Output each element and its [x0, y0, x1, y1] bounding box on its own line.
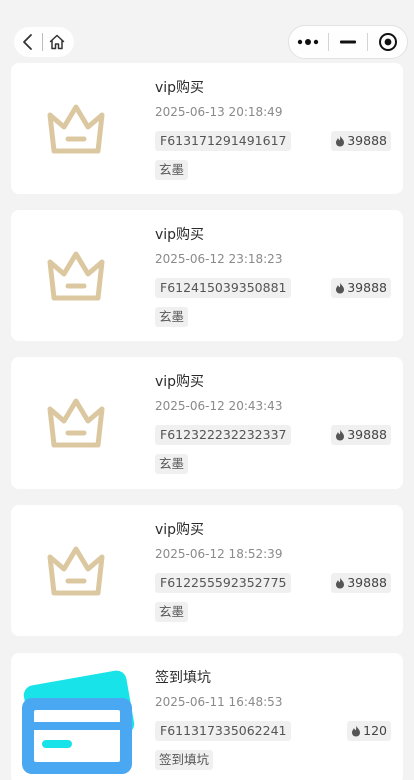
crown-icon — [47, 251, 105, 300]
record-card[interactable]: vip购买 2025-06-12 18:52:39 F6122555923527… — [11, 505, 403, 636]
order-number: F612255592352775 — [155, 573, 292, 593]
flame-icon — [335, 429, 345, 441]
minimize-button[interactable] — [329, 26, 368, 58]
record-card[interactable]: vip购买 2025-06-12 20:43:43 F6123222322323… — [11, 357, 403, 489]
nav-back-home-group — [14, 27, 74, 57]
points-value: 39888 — [347, 427, 387, 442]
crown-icon — [47, 398, 105, 448]
points-badge: 39888 — [331, 425, 391, 445]
home-button[interactable] — [43, 27, 71, 57]
flame-icon — [335, 577, 345, 589]
home-icon — [49, 34, 65, 50]
record-card[interactable]: 签到填坑 2025-06-11 16:48:53 F61131733506224… — [11, 653, 403, 780]
points-value: 39888 — [347, 280, 387, 295]
record-tag: 玄墨 — [155, 160, 189, 180]
record-card[interactable]: vip购买 2025-06-13 20:18:49 F6131712914916… — [11, 63, 403, 194]
record-time: 2025-06-12 23:18:23 — [155, 252, 283, 266]
flame-icon — [335, 282, 345, 294]
record-card[interactable]: vip购买 2025-06-12 23:18:23 F6124150393508… — [11, 210, 403, 341]
miniprogram-capsule — [288, 25, 408, 59]
points-badge: 39888 — [331, 573, 391, 593]
record-thumbnail — [11, 653, 141, 780]
record-time: 2025-06-11 16:48:53 — [155, 695, 283, 709]
record-thumbnail — [11, 505, 141, 636]
points-badge: 39888 — [331, 131, 391, 151]
record-time: 2025-06-12 20:43:43 — [155, 399, 283, 413]
credit-card-icon — [22, 670, 135, 774]
record-time: 2025-06-12 18:52:39 — [155, 547, 283, 561]
more-button[interactable] — [289, 26, 328, 58]
record-title: vip购买 — [155, 227, 205, 243]
purchase-records-page: vip购买 2025-06-13 20:18:49 F6131712914916… — [0, 0, 414, 780]
points-value: 120 — [363, 723, 387, 738]
record-time: 2025-06-13 20:18:49 — [155, 105, 283, 119]
record-thumbnail — [11, 357, 141, 489]
record-tag: 玄墨 — [155, 307, 189, 327]
record-title: vip购买 — [155, 522, 205, 538]
record-tag: 签到填坑 — [155, 750, 214, 770]
record-tag: 玄墨 — [155, 602, 189, 622]
back-button[interactable] — [14, 27, 42, 57]
record-thumbnail — [11, 210, 141, 341]
flame-icon — [351, 725, 361, 737]
crown-icon — [47, 104, 105, 153]
order-number: F611317335062241 — [155, 721, 292, 741]
points-badge: 120 — [347, 721, 391, 741]
crown-icon — [47, 546, 105, 595]
chevron-left-icon — [23, 34, 32, 50]
target-close-icon — [378, 33, 397, 51]
record-title: 签到填坑 — [155, 670, 211, 686]
minimize-icon — [340, 40, 356, 44]
flame-icon — [335, 135, 345, 147]
order-number: F612415039350881 — [155, 278, 292, 298]
close-button[interactable] — [368, 26, 407, 58]
order-number: F613171291491617 — [155, 131, 292, 151]
order-number: F612322232232337 — [155, 425, 292, 445]
record-title: vip购买 — [155, 80, 205, 96]
points-value: 39888 — [347, 133, 387, 148]
record-thumbnail — [11, 63, 141, 194]
record-title: vip购买 — [155, 374, 205, 390]
more-dots-icon — [298, 39, 319, 45]
points-value: 39888 — [347, 575, 387, 590]
record-tag: 玄墨 — [155, 454, 189, 474]
points-badge: 39888 — [331, 278, 391, 298]
